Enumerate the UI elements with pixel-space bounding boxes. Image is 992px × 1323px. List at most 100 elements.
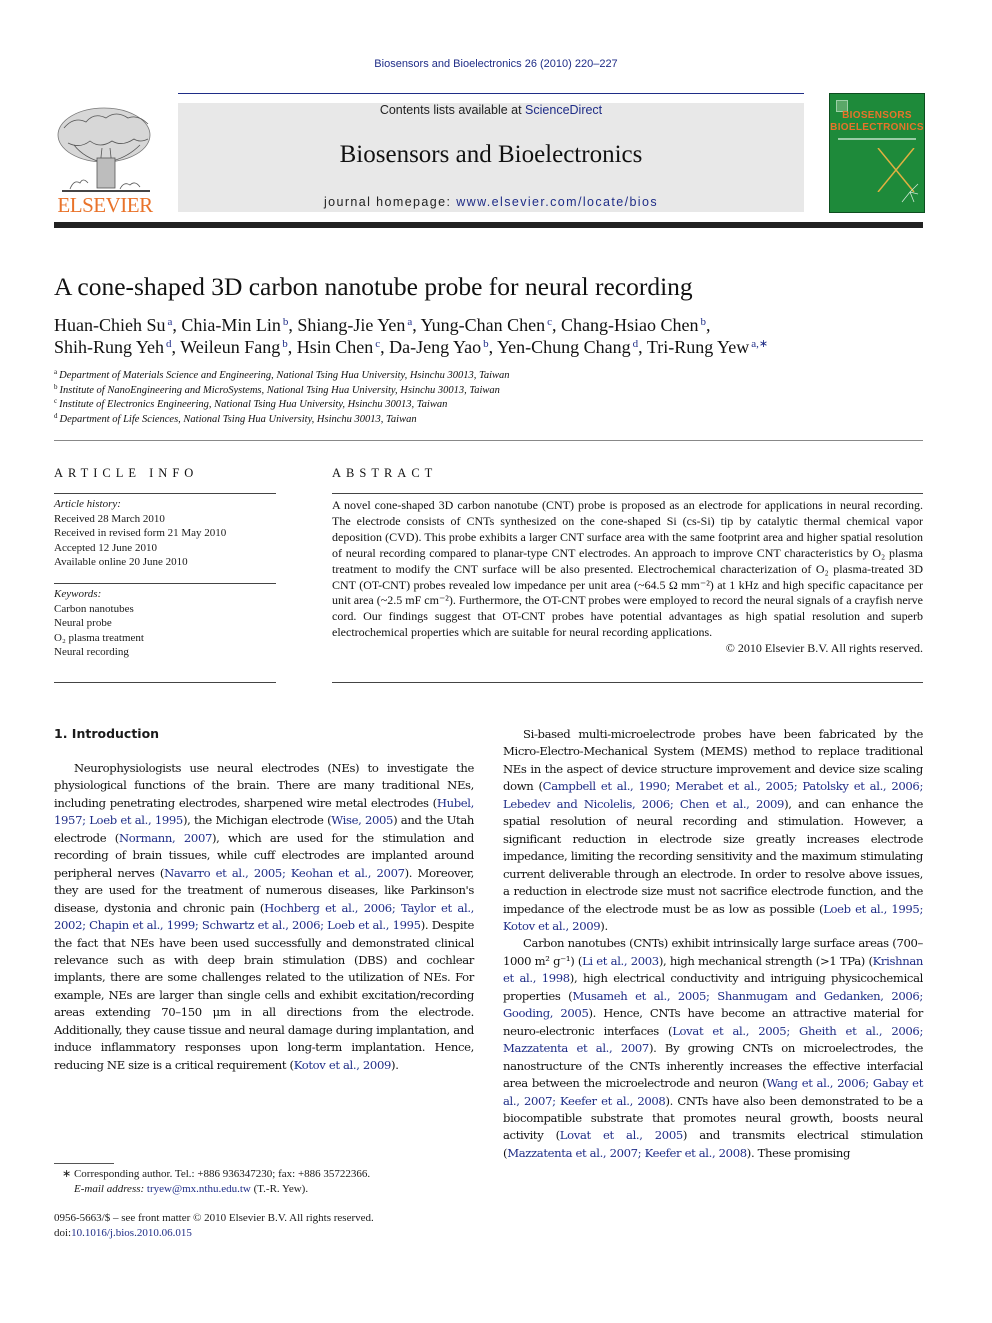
journal-cover-thumbnail[interactable]: BIOSENSORS BIOELECTRONICS <box>829 93 925 213</box>
author-name[interactable]: Yen-Chung Chang <box>497 337 631 357</box>
citation-link[interactable]: Wise, 2005 <box>331 813 393 827</box>
author-name[interactable]: Chia-Min Lin <box>181 315 281 335</box>
paragraph: Neurophysiologists use neural electrodes… <box>54 760 474 1074</box>
keywords-rule <box>54 583 276 584</box>
body-text: ). <box>391 1057 399 1072</box>
citation-link[interactable]: Mazzatenta et al., 2007; Keefer et al., … <box>507 1146 747 1160</box>
cover-network-icon <box>901 183 919 203</box>
author-separator: , <box>380 337 390 357</box>
author-name[interactable]: Chang-Hsiao Chen <box>561 315 698 335</box>
history-online: Available online 20 June 2010 <box>54 556 188 568</box>
author-name[interactable]: Shih-Rung Yeh <box>54 337 164 357</box>
footnote-marker: ∗ <box>62 1168 72 1180</box>
affiliation-b: b Institute of NanoEngineering and MicroS… <box>54 382 500 396</box>
abstract-bottom-rule <box>332 682 923 683</box>
body-text: ), and can enhance the spatial resolutio… <box>503 796 923 916</box>
running-head[interactable]: Biosensors and Bioelectronics 26 (2010) … <box>0 58 992 70</box>
footnote-rule <box>54 1163 114 1164</box>
corresponding-author-text: Corresponding author. Tel.: +886 9363472… <box>73 1168 371 1180</box>
cover-title-line2: BIOELECTRONICS <box>830 122 924 133</box>
body-text: ), the Michigan electrode ( <box>182 813 332 828</box>
body-text: ), high mechanical strength (>1 TPa) ( <box>658 953 873 968</box>
corresponding-author-note: ∗ Corresponding author. Tel.: +886 93634… <box>54 1167 370 1182</box>
doi-link[interactable]: 10.1016/j.bios.2010.06.015 <box>71 1227 192 1239</box>
homepage-prefix: journal homepage: <box>323 195 457 209</box>
history-revised: Received in revised form 21 May 2010 <box>54 527 227 539</box>
email-label: E-mail address: <box>74 1183 145 1195</box>
abstract-copyright: © 2010 Elsevier B.V. All rights reserved… <box>725 641 923 656</box>
contents-line: Contents lists available at ScienceDirec… <box>178 103 804 117</box>
author-separator: , <box>638 337 647 357</box>
history-accepted: Accepted 12 June 2010 <box>54 541 157 554</box>
keywords-label: Keywords: <box>54 588 102 600</box>
footnote: ∗ Corresponding author. Tel.: +886 93634… <box>54 1167 370 1197</box>
keyword-item: Carbon nanotubes <box>54 602 134 615</box>
article-info-label: ARTICLE INFO <box>54 466 199 480</box>
front-matter-text: 0956-5663/$ – see front matter © 2010 El… <box>54 1212 374 1224</box>
body-left-column: Neurophysiologists use neural electrodes… <box>54 760 474 1074</box>
author-name[interactable]: Da-Jeng Yao <box>389 337 481 357</box>
article-history: Article history: Received 28 March 2010 … <box>54 497 276 570</box>
citation-link[interactable]: Lovat et al., 2005 <box>560 1128 683 1142</box>
cover-title-line1: BIOSENSORS <box>842 110 912 121</box>
author-separator: , <box>706 315 711 335</box>
authors-line-1: Huan-Chieh Su a, Chia-Min Lin b, Shiang-Ji… <box>54 314 934 336</box>
author-list: Huan-Chieh Su a, Chia-Min Lin b, Shiang-Ji… <box>54 314 934 358</box>
author-name[interactable]: Huan-Chieh Su <box>54 315 166 335</box>
body-right-column: Si-based multi-microelectrode probes hav… <box>503 726 923 1162</box>
citation-link[interactable]: Normann, 2007 <box>119 831 212 845</box>
email-suffix: (T.-R. Yew). <box>250 1183 309 1195</box>
doi-line: doi:10.1016/j.bios.2010.06.015 <box>54 1226 374 1241</box>
author-name[interactable]: Tri-Rung Yew <box>647 337 749 357</box>
section-heading-introduction: 1. Introduction <box>54 726 160 741</box>
keyword-item: O₂ plasma treatment <box>54 631 144 644</box>
email-line: E-mail address: tryew@mx.nthu.edu.tw (T.… <box>54 1182 370 1197</box>
abstract-rule <box>332 493 923 494</box>
author-name[interactable]: Hsin Chen <box>297 337 374 357</box>
keyword-item: Neural probe <box>54 617 112 629</box>
contents-prefix: Contents lists available at <box>379 103 526 117</box>
cover-subtitle-rule <box>838 138 916 140</box>
body-text: ). These promising <box>746 1145 851 1160</box>
author-separator: , <box>412 315 421 335</box>
journal-title: Biosensors and Bioelectronics <box>339 141 643 168</box>
elsevier-logo[interactable]: ELSEVIER <box>54 103 156 217</box>
author-name[interactable]: Yung-Chan Chen <box>421 315 546 335</box>
body-text: ). <box>600 918 608 933</box>
author-separator: , <box>488 337 497 357</box>
body-text: ). Despite the fact that NEs have been u… <box>54 918 475 1072</box>
authors-line-2: Shih-Rung Yeh d, Weileun Fang b, Hsin Chen… <box>54 336 934 358</box>
author-separator: , <box>171 337 181 357</box>
abstract-label: ABSTRACT <box>332 466 438 480</box>
author-name[interactable]: Shiang-Jie Yen <box>297 315 405 335</box>
affiliation-c: c Institute of Electronics Engineering, N… <box>54 397 448 411</box>
sciencedirect-link[interactable]: ScienceDirect <box>525 103 602 117</box>
citation-link[interactable]: Navarro et al., 2005; Keohan et al., 200… <box>164 866 405 880</box>
author-separator: , <box>287 337 297 357</box>
affiliations-rule <box>54 440 923 441</box>
journal-banner: Contents lists available at ScienceDirec… <box>178 103 804 212</box>
front-matter: 0956-5663/$ – see front matter © 2010 El… <box>54 1211 374 1241</box>
header-rule <box>178 93 804 94</box>
affiliation-a: a Department of Materials Science and Eng… <box>54 368 510 382</box>
header-thick-rule <box>54 222 923 228</box>
homepage-link[interactable]: www.elsevier.com/locate/bios <box>456 195 658 209</box>
email-link[interactable]: tryew@mx.nthu.edu.tw <box>147 1183 251 1195</box>
body-text: Neurophysiologists use neural electrodes… <box>54 761 474 810</box>
affiliation-d: d Department of Life Sciences, National T… <box>54 411 417 425</box>
keyword-item: Neural recording <box>54 646 129 658</box>
elsevier-wordmark: ELSEVIER <box>57 193 153 217</box>
paragraph: Si-based multi-microelectrode probes hav… <box>503 726 923 935</box>
affiliations: a Department of Materials Science and Eng… <box>54 369 510 427</box>
article-history-label: Article history: <box>54 498 121 510</box>
abstract: A novel cone-shaped 3D carbon nanotube (… <box>332 498 923 657</box>
citation-link[interactable]: Kotov et al., 2009 <box>294 1058 392 1072</box>
citation-link[interactable]: Li et al., 2003 <box>582 954 659 968</box>
author-affiliation-marker[interactable]: a,∗ <box>751 338 768 350</box>
author-name[interactable]: Weileun Fang <box>180 337 280 357</box>
article-info-bottom-rule <box>54 682 276 683</box>
article-info-rule <box>54 493 276 494</box>
doi-prefix: doi: <box>54 1227 72 1239</box>
paragraph: Carbon nanotubes (CNTs) exhibit intrinsi… <box>503 935 923 1162</box>
journal-homepage: journal homepage: www.elsevier.com/locat… <box>178 195 804 209</box>
